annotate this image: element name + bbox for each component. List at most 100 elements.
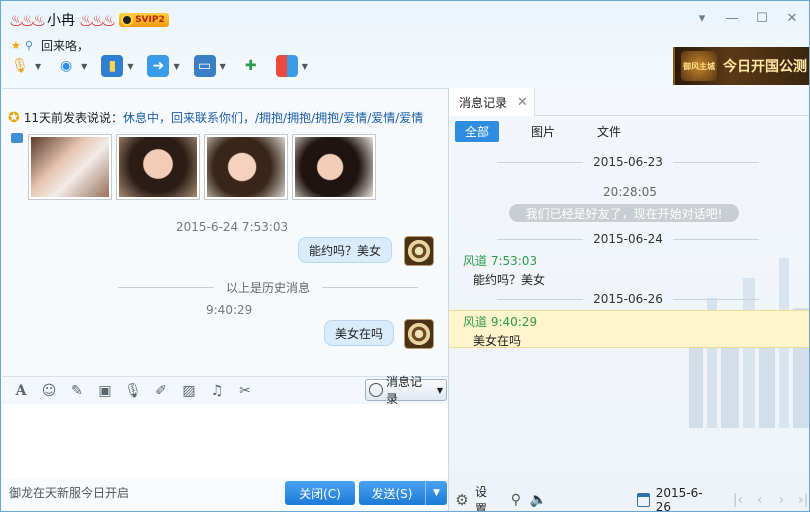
scissors-icon[interactable]: ✂ (236, 382, 254, 400)
footer-ad-link[interactable]: 御龙在天新服今日开启 (9, 484, 129, 501)
photo-thumbnail[interactable] (116, 134, 200, 200)
message-history-button[interactable]: 消息记录 ▼ (365, 375, 447, 406)
game-logo: 御风主城 (681, 51, 717, 81)
gear-icon[interactable]: ⚙ (455, 491, 469, 509)
voice-call-button[interactable]: 🎙 ▼ (9, 55, 41, 77)
current-date[interactable]: 2015-6-26 (656, 486, 710, 511)
emoji-icon[interactable]: ☺ (40, 382, 58, 400)
maximize-button[interactable]: ☐ (751, 9, 773, 27)
create-discussion-button[interactable]: ✚ (240, 55, 262, 77)
search-icon[interactable]: ⚲ (508, 491, 524, 509)
minimize-button[interactable]: — (721, 9, 743, 27)
history-tab-bar: 消息记录 ✕ (449, 88, 809, 116)
font-icon[interactable]: A (12, 382, 30, 400)
history-divider: 以上是历史消息 (118, 279, 419, 296)
chevron-down-icon: ▼ (436, 385, 443, 395)
message-history-button-label: 消息记录 (385, 375, 422, 406)
star-icon: ✪ (8, 109, 20, 126)
video-clip-icon[interactable]: ▣ (96, 382, 114, 400)
fire-emoji-icon: ♨♨♨ (9, 10, 46, 30)
photo-thumbnail[interactable] (28, 134, 112, 200)
image-icon[interactable]: ▨ (180, 382, 198, 400)
feed-link[interactable]: 休息中，回来联系你们，/拥抱/拥抱/拥抱/爱情/爱情/爱情 (123, 109, 423, 126)
filter-images[interactable]: 图片 (521, 121, 565, 142)
message-timestamp: 9:40:29 (206, 303, 253, 317)
message-timestamp: 2015-6-24 7:53:03 (176, 220, 289, 234)
feed-prefix: 11天前发表说说： (23, 111, 124, 125)
avatar[interactable] (404, 236, 434, 266)
history-panel: 消息记录 ✕ 全部 图片 文件 2015-06-23 20:28:05 我们已经… (449, 88, 809, 511)
chat-add-icon: ✚ (244, 58, 257, 74)
message-bubble[interactable]: 能约吗？美女 (298, 237, 393, 263)
music-icon[interactable]: ♫ (208, 382, 226, 400)
folder-arrow-icon: ➜ (147, 55, 170, 77)
date-separator: 2015-06-26 (497, 292, 759, 306)
record-text[interactable]: 美女在吗 (473, 332, 521, 349)
record-sender: 风道 7:53:03 (463, 254, 538, 268)
close-window-button[interactable]: ✕ (781, 9, 803, 27)
apps-button[interactable]: ▼ (275, 55, 308, 77)
voice-message-icon[interactable]: 🎙 (124, 382, 142, 400)
history-footer: ⚙ 设置 ⚲ 🔈 2015-6-26 |‹ ‹ › ›| (449, 485, 809, 511)
chevron-down-icon: ▼ (173, 61, 180, 71)
status-text: 回来咯， (40, 39, 89, 53)
record-text[interactable]: 能约吗？美女 (473, 271, 545, 288)
message-bubble[interactable]: 美女在吗 (324, 320, 395, 346)
penguin-icon (121, 14, 134, 26)
chevron-down-icon: ▼ (81, 61, 88, 71)
chevron-down-icon[interactable]: ▼ (425, 481, 447, 505)
monitor-chart-icon: ▮ (101, 55, 124, 77)
photo-thumbnail[interactable] (292, 134, 376, 200)
tab-label: 消息记录 (459, 95, 508, 110)
magic-wand-icon[interactable]: ✎ (68, 382, 86, 400)
video-call-button[interactable]: ◉ ▼ (55, 55, 87, 77)
chevron-down-icon: ▼ (35, 61, 42, 71)
avatar[interactable] (404, 319, 434, 349)
last-page-icon[interactable]: ›| (795, 492, 809, 508)
screen-share-button[interactable]: ▮ ▼ (101, 55, 133, 77)
webcam-icon: ◉ (60, 58, 73, 74)
speaker-icon[interactable]: 🔈 (530, 491, 547, 509)
search-icon[interactable]: ⚲ (25, 39, 33, 52)
status-row: ★ ⚲ 回来咯， (11, 37, 89, 54)
first-page-icon[interactable]: |‹ (730, 492, 746, 508)
date-separator: 2015-06-24 (497, 232, 759, 246)
settings-label[interactable]: 设置 (475, 483, 496, 511)
send-file-button[interactable]: ➜ ▼ (147, 55, 180, 77)
history-divider-label: 以上是历史消息 (226, 281, 311, 295)
top-toolbar: 🎙 ▼ ◉ ▼ ▮ ▼ ➜ ▼ ▭ ▼ ✚ ▼ (9, 55, 308, 77)
contact-feed: ✪ 11天前发表说说： 休息中，回来联系你们，/拥抱/拥抱/拥抱/爱情/爱情/爱… (8, 109, 423, 126)
svip-badge[interactable]: SVIP2 (119, 13, 169, 27)
game-ad-banner[interactable]: 御风主城 今日开国公测 (673, 47, 809, 85)
history-filters: 全部 图片 文件 (455, 121, 631, 142)
photo-thumbnail[interactable] (204, 134, 288, 200)
banner-text: 今日开国公测 (723, 59, 807, 75)
chat-window: ♨♨♨ 小冉 ♨♨♨ SVIP2 ★ ⚲ 回来咯， ▾ — ☐ ✕ 🎙 ▼ ◉ … (0, 0, 810, 512)
system-time: 20:28:05 (603, 185, 657, 199)
close-icon[interactable]: ✕ (517, 95, 528, 110)
window-controls: ▾ — ☐ ✕ (691, 9, 803, 27)
date-label: 2015-06-23 (593, 155, 663, 169)
next-page-icon[interactable]: › (774, 492, 790, 508)
chat-message-area[interactable]: ✪ 11天前发表说说： 休息中，回来联系你们，/拥抱/拥抱/拥抱/爱情/爱情/爱… (2, 88, 448, 374)
microphone-icon: 🎙 (11, 58, 29, 74)
contact-nickname[interactable]: 小冉 (47, 10, 75, 30)
chevron-down-icon: ▼ (301, 61, 308, 71)
fire-emoji-icon: ♨♨♨ (79, 10, 116, 30)
remote-monitor-icon: ▭ (193, 55, 216, 77)
camera-icon (11, 133, 23, 143)
message-input[interactable] (2, 404, 448, 478)
clock-icon (369, 383, 383, 397)
filter-all[interactable]: 全部 (455, 121, 500, 142)
dropdown-icon[interactable]: ▾ (691, 9, 713, 27)
system-message: 我们已经是好友了，现在开始对话吧! (509, 204, 739, 222)
close-button[interactable]: 关闭(C) (285, 481, 355, 505)
remote-desktop-button[interactable]: ▭ ▼ (193, 55, 226, 77)
edit-icon[interactable]: ✐ (152, 382, 170, 400)
filter-files[interactable]: 文件 (587, 121, 631, 142)
send-button[interactable]: 发送(S) ▼ (359, 481, 447, 505)
svip-badge-label: SVIP2 (135, 15, 165, 25)
tab-message-history[interactable]: 消息记录 ✕ (449, 88, 535, 116)
prev-page-icon[interactable]: ‹ (752, 492, 768, 508)
calendar-icon[interactable] (637, 493, 650, 507)
